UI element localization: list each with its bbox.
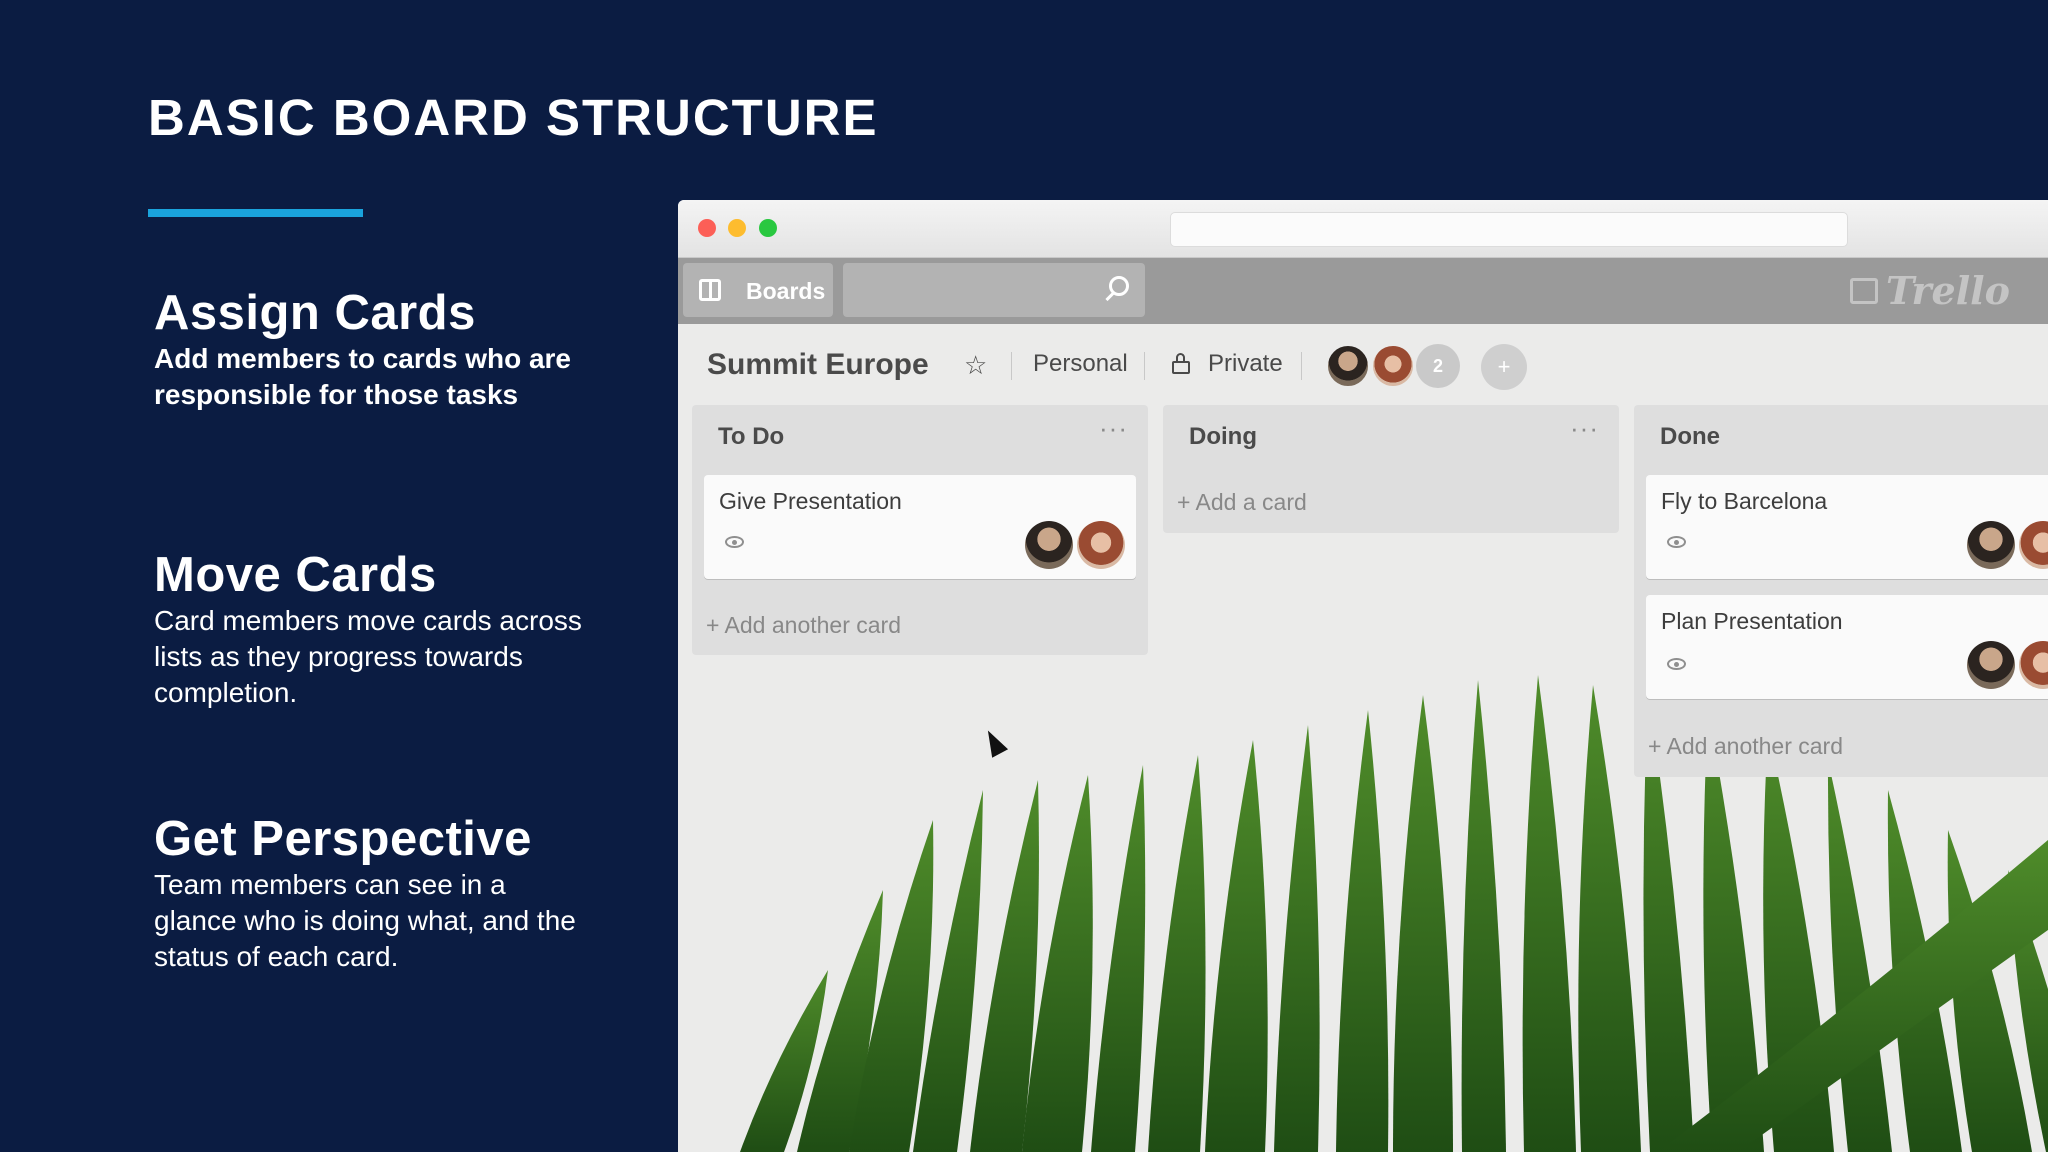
point-heading: Assign Cards [154, 286, 476, 340]
list-menu-icon[interactable]: ··· [1570, 413, 1599, 444]
board-visibility-button[interactable]: Private [1208, 350, 1283, 378]
board-team-button[interactable]: Personal [1033, 350, 1128, 378]
list-menu-icon[interactable]: ··· [1099, 413, 1128, 444]
point-move-cards: Move Cards Card members move cards acros… [154, 547, 584, 711]
header-search-input[interactable] [843, 263, 1145, 317]
add-card-button[interactable]: + Add another card [1648, 733, 1843, 760]
card-member-avatar[interactable] [1967, 521, 2015, 569]
eye-icon [1667, 536, 1686, 548]
close-window-button[interactable] [698, 219, 716, 237]
add-card-button[interactable]: + Add a card [1177, 489, 1307, 516]
point-assign-cards: Assign Cards Add members to cards who ar… [154, 285, 584, 413]
point-description: Team members can see in a glance who is … [154, 869, 576, 972]
lock-icon [1172, 353, 1190, 374]
card-member-avatar[interactable] [1077, 521, 1125, 569]
minimize-window-button[interactable] [728, 219, 746, 237]
list-title[interactable]: To Do [718, 423, 784, 451]
board-icon [699, 279, 721, 301]
board-name[interactable]: Summit Europe [707, 348, 929, 382]
card[interactable]: Plan Presentation [1646, 595, 2048, 699]
member-avatar[interactable] [1371, 344, 1415, 388]
add-card-button[interactable]: + Add another card [706, 612, 901, 639]
eye-icon [725, 536, 744, 548]
add-member-icon[interactable]: + [1481, 344, 1527, 390]
divider [1301, 352, 1302, 380]
card-title: Fly to Barcelona [1661, 488, 1828, 514]
trello-logo-icon [1850, 278, 1878, 304]
card-member-avatar[interactable] [2019, 521, 2048, 569]
point-get-perspective: Get Perspective Team members can see in … [154, 811, 584, 975]
eye-icon [1667, 658, 1686, 670]
boards-button[interactable]: Boards [683, 263, 833, 317]
list-doing: Doing ··· + Add a card [1163, 405, 1619, 533]
point-heading: Get Perspective [154, 812, 532, 866]
card-member-avatar[interactable] [1025, 521, 1073, 569]
slide-title: BASIC BOARD STRUCTURE [148, 89, 879, 146]
search-icon[interactable] [1109, 276, 1129, 296]
trello-header: Boards Trello [678, 258, 2048, 324]
card[interactable]: Fly to Barcelona [1646, 475, 2048, 579]
point-description: Add members to cards who are responsible… [154, 343, 572, 410]
list-title[interactable]: Doing [1189, 423, 1257, 451]
trello-logo[interactable]: Trello [1886, 268, 2010, 313]
card-member-avatar[interactable] [2019, 641, 2048, 689]
address-bar[interactable] [1170, 212, 1848, 247]
card-member-avatar[interactable] [1967, 641, 2015, 689]
zoom-window-button[interactable] [759, 219, 777, 237]
point-description: Card members move cards across lists as … [154, 605, 582, 708]
list-to-do: To Do ··· Give Presentation + Add anothe… [692, 405, 1148, 655]
card-title: Plan Presentation [1661, 608, 1843, 634]
title-accent-line [148, 209, 363, 217]
list-done: Done Fly to Barcelona Plan Presentation … [1634, 405, 2048, 777]
browser-titlebar [678, 200, 2048, 258]
card-title: Give Presentation [719, 488, 902, 514]
point-heading: Move Cards [154, 548, 437, 602]
card[interactable]: Give Presentation [704, 475, 1136, 579]
member-avatar[interactable] [1326, 344, 1370, 388]
board-header: Summit Europe ☆ Personal Private 2 + [678, 324, 2048, 406]
boards-label: Boards [746, 278, 826, 304]
extra-members-badge[interactable]: 2 [1416, 344, 1460, 388]
divider [1144, 352, 1145, 380]
list-title[interactable]: Done [1660, 423, 1720, 451]
star-icon[interactable]: ☆ [964, 350, 987, 381]
divider [1011, 352, 1012, 380]
